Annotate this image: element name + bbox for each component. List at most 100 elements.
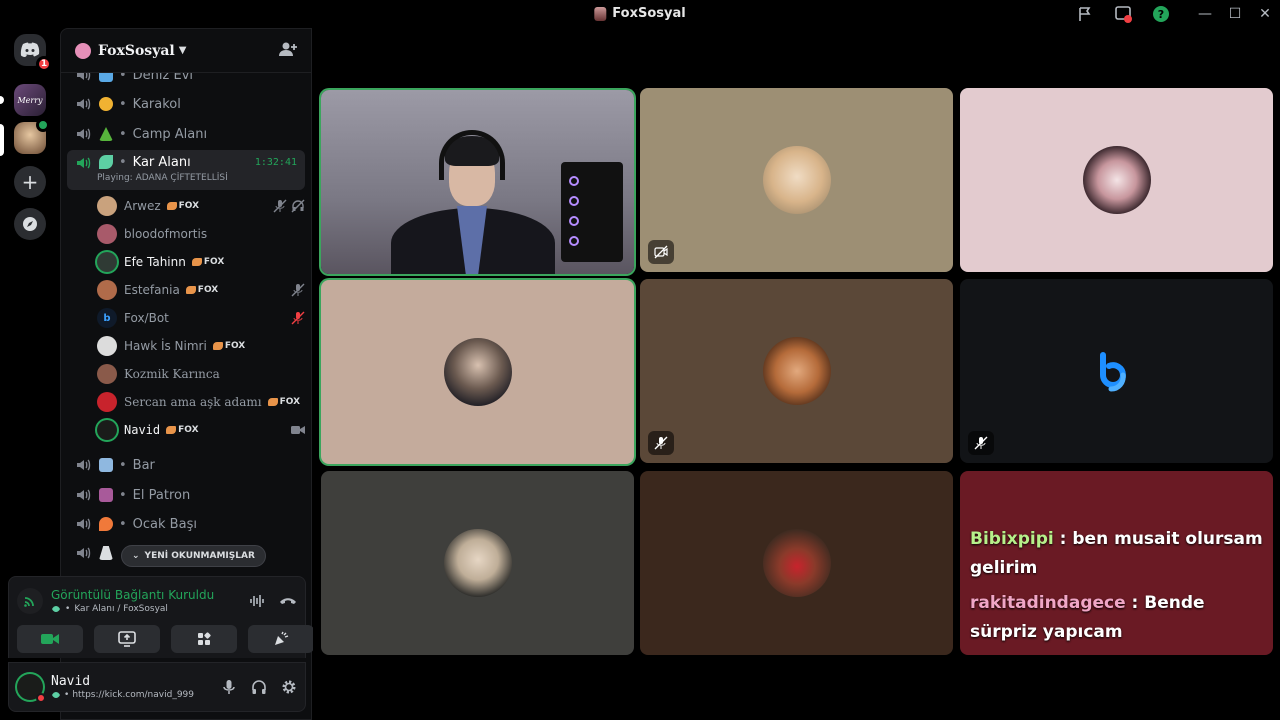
avatar: [97, 420, 117, 440]
channel-emoji: [99, 97, 113, 111]
user-name[interactable]: Navid: [51, 674, 194, 689]
home-button[interactable]: 1: [14, 34, 52, 72]
channel-name: Ocak Başı: [132, 516, 197, 532]
chat-username: rakitadindagece: [970, 593, 1126, 613]
headphones-icon[interactable]: [251, 679, 267, 695]
voice-status[interactable]: Görüntülü Bağlantı Kuruldu: [51, 588, 214, 602]
member-row[interactable]: Arwez FOX: [97, 193, 305, 219]
microphone-icon[interactable]: [221, 679, 237, 695]
headset: [439, 130, 505, 180]
participant-avatar: [1083, 337, 1151, 405]
member-row[interactable]: Navid FOX: [97, 417, 305, 443]
inbox-icon[interactable]: [1104, 0, 1142, 28]
member-name: Estefania: [124, 283, 180, 297]
invite-people-icon[interactable]: [279, 41, 297, 61]
chat-message: Bibixpipi : ben musait olursam gelirim: [970, 525, 1266, 583]
soundboard-icon: [275, 631, 289, 645]
user-panel: Navid • https://kick.com/navid_999: [8, 662, 306, 712]
member-row[interactable]: Efe Tahinn FOX: [97, 249, 305, 275]
server-icon-foxsosyal[interactable]: [14, 118, 50, 154]
channel-emoji: [99, 155, 113, 169]
dnd-status-dot: [36, 693, 46, 703]
fox-tag: FOX: [212, 341, 245, 351]
mic-muted-icon: [648, 431, 674, 455]
member-row[interactable]: bloodofmortis: [97, 221, 305, 247]
bot-logo-icon: [1099, 352, 1126, 392]
channel-camp-alani[interactable]: • Camp Alanı: [67, 120, 305, 148]
channel-emoji: [99, 517, 113, 531]
channel-kar-alani[interactable]: • Kar Alanı 1:32:41 Playing: ADANA ÇİFTE…: [67, 150, 305, 190]
title-bar: FoxSosyal ? — ☐ ✕: [0, 0, 1280, 28]
video-tile[interactable]: [640, 471, 953, 655]
server-muted-icon: [968, 431, 994, 455]
app-icon: [594, 6, 607, 21]
member-name: bloodofmortis: [124, 227, 208, 241]
participant-avatar: [762, 146, 831, 214]
voice-active-dot: [36, 118, 50, 132]
camera-button[interactable]: [17, 625, 83, 653]
disconnect-icon[interactable]: [279, 595, 297, 607]
activities-icon: [198, 632, 211, 645]
discover-button[interactable]: [14, 208, 46, 240]
channel-emoji: [99, 73, 113, 82]
voice-connection-panel: Görüntülü Bağlantı Kuruldu • Kar Alanı /…: [8, 576, 314, 658]
minimize-button[interactable]: —: [1190, 0, 1220, 28]
channel-emoji: [99, 546, 113, 560]
voice-location[interactable]: Kar Alanı / FoxSosyal: [74, 604, 168, 614]
video-tile[interactable]: [321, 471, 634, 655]
avatar: [97, 336, 117, 356]
member-name: Sercan ama aşk adamı: [124, 395, 262, 409]
screen-share-button[interactable]: [94, 625, 160, 653]
channel-deniz-evi[interactable]: • Deniz Evi: [67, 73, 305, 89]
member-name: Arwez: [124, 199, 161, 213]
flag-icon[interactable]: [1066, 0, 1104, 28]
window-title: FoxSosyal: [594, 6, 686, 21]
server-icon-merry[interactable]: Merry: [14, 84, 46, 116]
member-row[interactable]: Estefania FOX: [97, 277, 305, 303]
activities-button[interactable]: [171, 625, 237, 653]
channel-emoji: [99, 458, 113, 472]
video-tile[interactable]: [960, 88, 1273, 272]
mic-muted-icon: [273, 199, 287, 213]
voice-timer: 1:32:41: [254, 157, 297, 168]
channel-bar[interactable]: • Bar: [67, 451, 305, 479]
video-tile[interactable]: [640, 279, 953, 463]
new-unreads-button[interactable]: ⌄ YENİ OKUNMAMIŞLAR: [121, 545, 266, 567]
fox-tag: FOX: [191, 257, 224, 267]
stream-chat-overlay: Bibixpipi : ben musait olursam gelirim r…: [970, 525, 1266, 647]
participant-avatar: [443, 338, 512, 406]
member-row[interactable]: b Fox/Bot: [97, 305, 305, 331]
channel-karakol[interactable]: • Karakol: [67, 90, 305, 118]
add-server-button[interactable]: +: [14, 166, 46, 198]
video-tile[interactable]: [960, 279, 1273, 463]
channel-name: Camp Alanı: [132, 126, 208, 142]
channel-el-patron[interactable]: • El Patron: [67, 481, 305, 509]
connection-signal-icon[interactable]: [17, 588, 43, 614]
fox-tag: FOX: [185, 285, 218, 295]
noise-suppression-icon[interactable]: [249, 593, 265, 609]
server-pill: [0, 96, 4, 104]
speaker-icon: [77, 73, 91, 81]
participant-avatar: [762, 337, 831, 405]
speaker-icon: [77, 128, 91, 140]
channel-ocak-basi[interactable]: • Ocak Başı: [67, 510, 305, 538]
channel-emoji-icon: [52, 692, 60, 698]
member-row[interactable]: Hawk İs Nimri FOX: [97, 333, 305, 359]
help-icon[interactable]: ?: [1142, 0, 1180, 28]
maximize-button[interactable]: ☐: [1220, 0, 1250, 28]
participant-avatar: [1082, 146, 1151, 214]
channel-emoji: [99, 127, 113, 141]
server-header[interactable]: FoxSosyal ▼: [61, 29, 311, 73]
video-tile[interactable]: [321, 280, 634, 464]
video-tile-camera[interactable]: [321, 90, 634, 274]
video-tile-stream-chat[interactable]: Bibixpipi : ben musait olursam gelirim r…: [960, 471, 1273, 655]
mic-muted-icon: [291, 283, 305, 297]
fox-tag: FOX: [166, 201, 199, 211]
member-row[interactable]: Sercan ama aşk adamı FOX: [97, 389, 305, 415]
settings-gear-icon[interactable]: [281, 679, 297, 695]
soundboard-button[interactable]: [248, 625, 314, 653]
member-row[interactable]: Kozmik Karınca: [97, 361, 305, 387]
video-tile[interactable]: [640, 88, 953, 272]
close-button[interactable]: ✕: [1250, 0, 1280, 28]
user-avatar[interactable]: [17, 674, 46, 703]
